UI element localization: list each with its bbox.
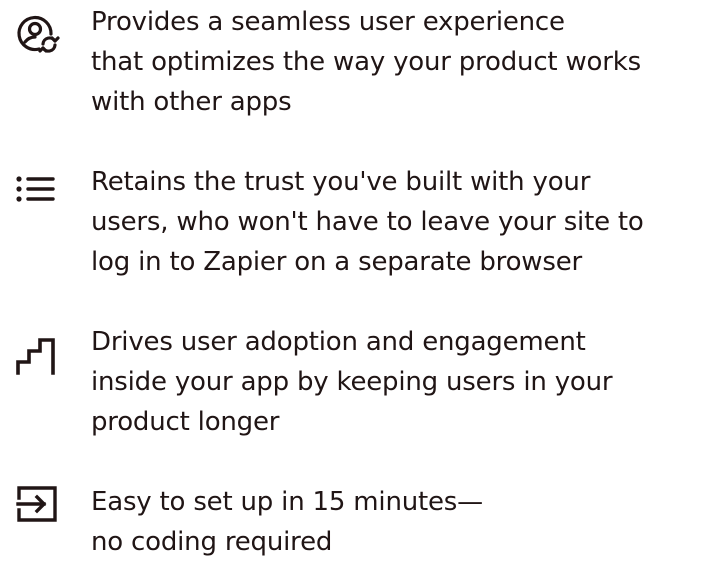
- feature-text-line: inside your app by keeping users in your: [91, 367, 613, 397]
- feature-text-line: Retains the trust you've built with your: [91, 167, 591, 197]
- list-icon: [14, 172, 60, 218]
- feature-text: Retains the trust you've built with your…: [91, 162, 696, 282]
- feature-text-line: Provides a seamless user experience: [91, 7, 565, 37]
- user-sync-icon: [14, 12, 60, 58]
- feature-text-line: no coding required: [91, 527, 333, 557]
- feature-text-line: log in to Zapier on a separate browser: [91, 247, 582, 277]
- feature-text-line: product longer: [91, 407, 280, 437]
- steps-icon: [14, 332, 60, 378]
- feature-text-line: users, who won't have to leave your site…: [91, 207, 644, 237]
- enter-arrow-icon: [14, 484, 60, 530]
- feature-text-line: that optimizes the way your product work…: [91, 47, 641, 77]
- feature-text: Provides a seamless user experience that…: [91, 2, 696, 122]
- feature-text: Easy to set up in 15 minutes— no coding …: [91, 482, 696, 562]
- feature-text: Drives user adoption and engagement insi…: [91, 322, 696, 442]
- feature-text-line: Drives user adoption and engagement: [91, 327, 586, 357]
- feature-text-line: Easy to set up in 15 minutes—: [91, 487, 483, 517]
- feature-text-line: with other apps: [91, 87, 292, 117]
